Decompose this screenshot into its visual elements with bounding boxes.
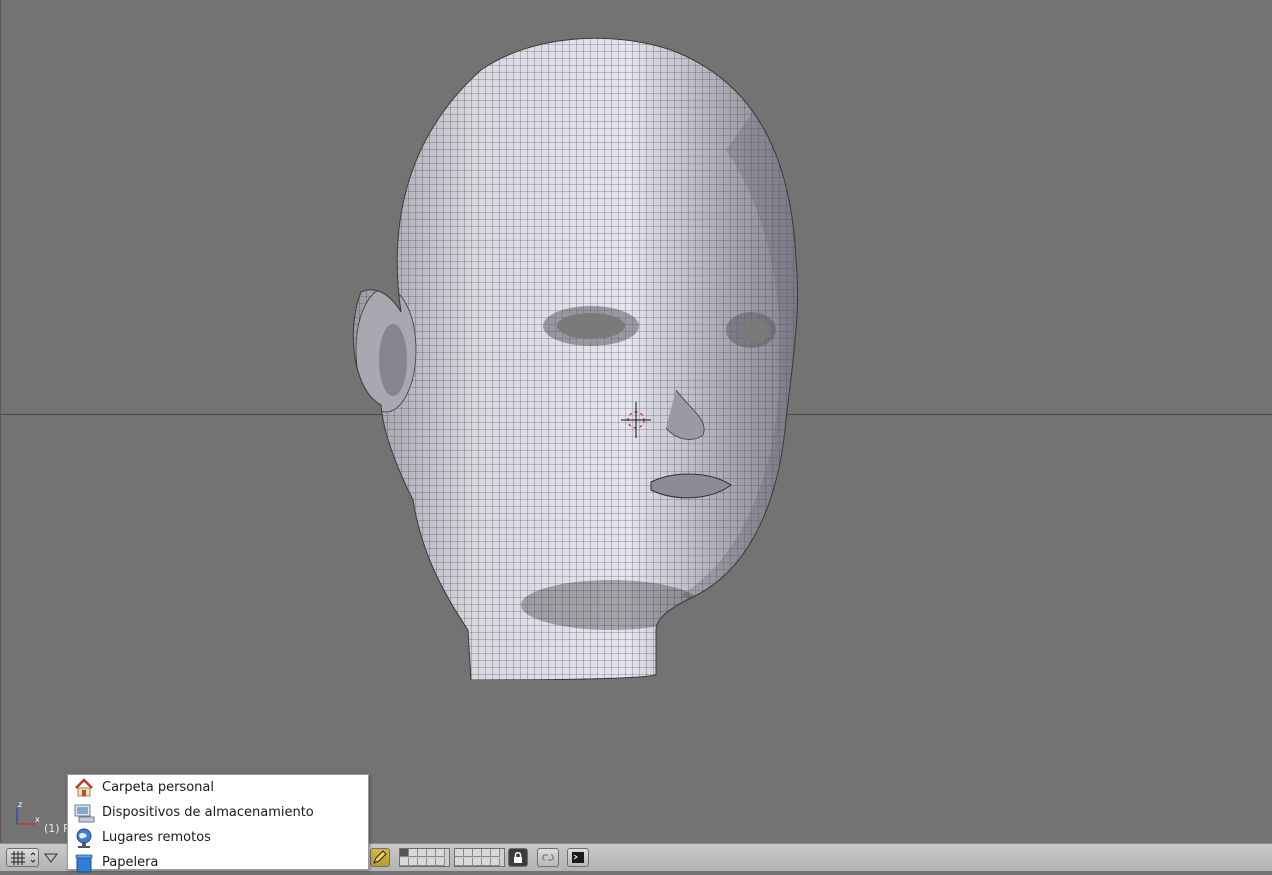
grid-icon (11, 851, 36, 865)
layer-button[interactable] (464, 849, 473, 857)
3d-viewport[interactable]: z x (1) P (0, 0, 1272, 842)
layer-button[interactable] (436, 857, 445, 866)
menu-item-label: Lugares remotos (102, 830, 211, 845)
trash-icon (75, 854, 93, 872)
triangle-down-icon[interactable] (44, 852, 58, 864)
render-button[interactable] (567, 848, 589, 867)
layer-button[interactable] (455, 849, 464, 857)
axis-gizmo: z x (12, 800, 40, 829)
home-folder-icon (75, 777, 93, 796)
3d-cursor[interactable] (621, 402, 651, 438)
layer-button[interactable] (418, 857, 427, 866)
places-menu: Carpeta personal Dispositivos de almacen… (67, 774, 369, 872)
object-info-label: (1) P (44, 822, 70, 835)
head-mesh-model[interactable] (331, 30, 811, 680)
menu-item-label: Dispositivos de almacenamiento (102, 805, 314, 820)
layer-buttons-group-2[interactable] (454, 848, 505, 867)
layer-button[interactable] (473, 849, 482, 857)
lock-icon (514, 852, 522, 863)
link-button[interactable] (537, 848, 559, 867)
menu-item-label: Carpeta personal (102, 780, 214, 795)
render-icon (572, 852, 584, 863)
layer-button[interactable] (473, 857, 482, 866)
menu-item-label: Papelera (102, 855, 159, 870)
pencil-icon (373, 850, 387, 864)
link-icon (542, 854, 554, 861)
menu-item-trash[interactable]: Papelera (68, 850, 368, 875)
layer-button[interactable] (491, 857, 500, 866)
layer-button[interactable] (436, 849, 445, 857)
lock-button[interactable] (508, 848, 528, 867)
menu-item-home[interactable]: Carpeta personal (68, 775, 368, 800)
svg-text:x: x (35, 815, 40, 824)
menu-item-storage[interactable]: Dispositivos de almacenamiento (68, 800, 368, 825)
layer-button[interactable] (482, 857, 491, 866)
layer-button[interactable] (418, 849, 427, 857)
layer-button[interactable] (400, 849, 409, 857)
layer-button[interactable] (400, 857, 409, 866)
layer-button[interactable] (409, 849, 418, 857)
layer-button[interactable] (482, 849, 491, 857)
network-places-icon (76, 828, 92, 848)
storage-devices-icon (74, 804, 95, 822)
layer-button[interactable] (491, 849, 500, 857)
layer-buttons-group-1[interactable] (399, 848, 450, 867)
layer-button[interactable] (427, 857, 436, 866)
menu-item-remote[interactable]: Lugares remotos (68, 825, 368, 850)
layer-button[interactable] (464, 857, 473, 866)
snap-button[interactable] (370, 848, 390, 867)
layer-button[interactable] (427, 849, 436, 857)
layer-button[interactable] (455, 857, 464, 866)
editor-type-button[interactable] (6, 848, 39, 867)
layer-button[interactable] (409, 857, 418, 866)
svg-text:z: z (18, 800, 22, 809)
